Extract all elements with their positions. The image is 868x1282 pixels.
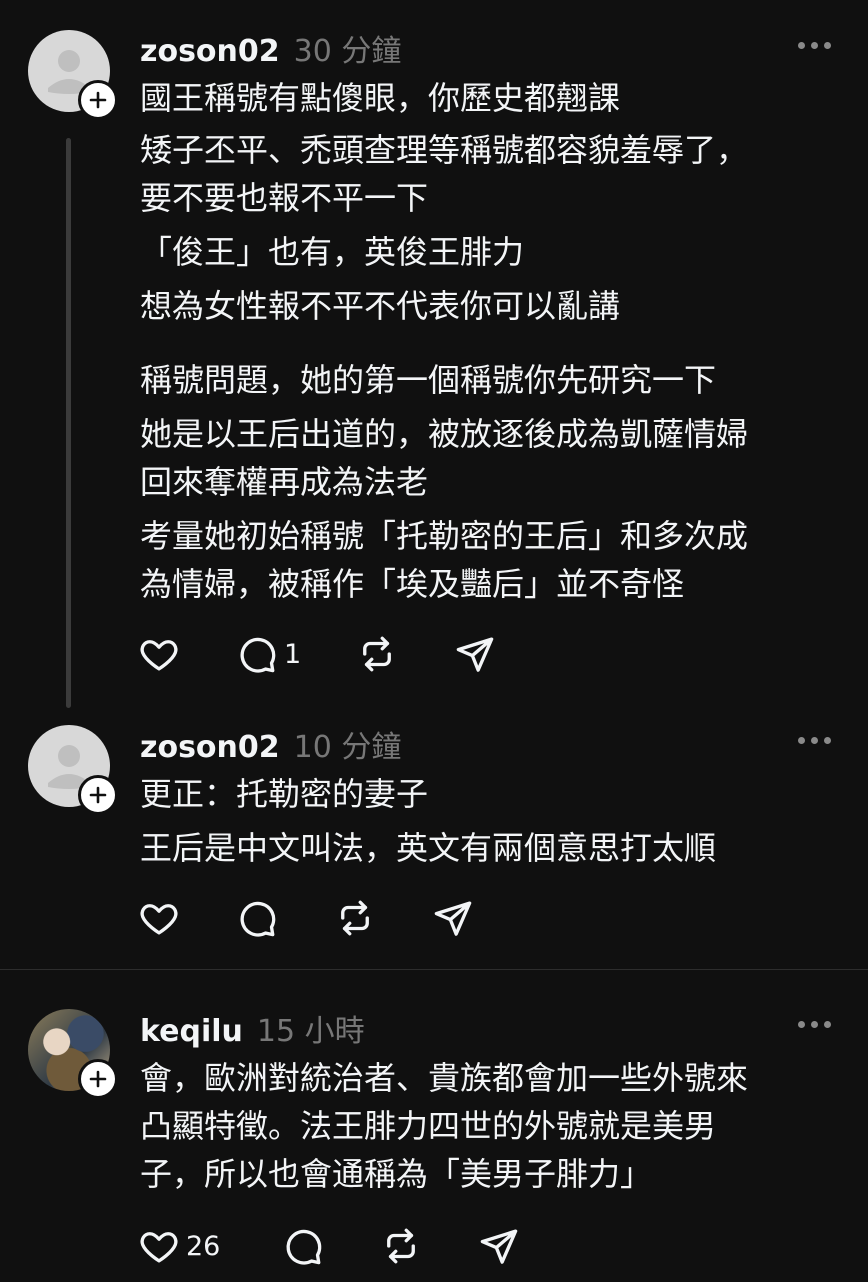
post-text-line: 會，歐洲對統治者、貴族都會加一些外號來: [140, 1059, 749, 1097]
post-text-line: 凸顯特徵。法王腓力四世的外號就是美男: [140, 1107, 717, 1145]
post-text-line: 國王稱號有點傻眼，你歷史都翹課: [140, 79, 621, 117]
post-text-line: 「俊王」也有，英俊王腓力: [140, 233, 525, 271]
follow-plus-icon[interactable]: [78, 775, 118, 815]
share-button[interactable]: [478, 1224, 520, 1268]
like-count: 26: [186, 1230, 221, 1262]
more-horizontal-icon[interactable]: [798, 737, 834, 749]
repost-button[interactable]: [380, 1224, 422, 1268]
username[interactable]: keqilu: [140, 1014, 243, 1049]
thread-divider: [0, 969, 868, 970]
post-body: 會，歐洲對統治者、貴族都會加一些外號來 凸顯特徵。法王腓力四世的外號就是美男 子…: [140, 1054, 830, 1198]
post-header: zoson02 10 分鐘: [140, 722, 401, 766]
reply-button[interactable]: [282, 1224, 324, 1268]
comment-bubble-icon: [240, 637, 276, 673]
repost-button[interactable]: [356, 632, 398, 676]
comment-bubble-icon: [240, 901, 276, 937]
post-text-line: 她是以王后出道的，被放逐後成為凱薩情婦: [140, 415, 749, 453]
like-button[interactable]: 26: [138, 1224, 220, 1268]
post-text-line: 稱號問題，她的第一個稱號你先研究一下: [140, 361, 717, 399]
follow-plus-icon[interactable]: [78, 1059, 118, 1099]
comment-bubble-icon: [286, 1229, 322, 1265]
repost-icon: [341, 900, 369, 936]
username[interactable]: zoson02: [140, 34, 280, 69]
repost-icon: [363, 636, 391, 672]
heart-icon: [140, 1232, 178, 1263]
post-text-line: 想為女性報不平不代表你可以亂講: [140, 287, 621, 325]
send-icon: [456, 637, 494, 672]
heart-icon: [140, 640, 178, 671]
repost-button[interactable]: [334, 896, 376, 940]
post-header: zoson02 30 分鐘: [140, 26, 401, 70]
like-button[interactable]: [138, 632, 180, 676]
post-header: keqilu 15 小時: [140, 1006, 365, 1050]
post-text-line: 回來奪權再成為法老: [140, 463, 429, 501]
reply-button[interactable]: 1: [236, 632, 301, 676]
like-button[interactable]: [138, 896, 180, 940]
timestamp: 10 分鐘: [293, 730, 402, 765]
post-text-line: 為情婦，被稱作「埃及豔后」並不奇怪: [140, 565, 685, 603]
post-body: 更正：托勒密的妻子 王后是中文叫法，英文有兩個意思打太順: [140, 770, 830, 872]
share-button[interactable]: [432, 896, 474, 940]
reply-count: 1: [284, 638, 302, 670]
post-text-line: 子，所以也會通稱為「美男子腓力」: [140, 1155, 653, 1193]
post-text-line: 考量她初始稱號「托勒密的王后」和多次成: [140, 517, 749, 555]
repost-icon: [387, 1228, 415, 1264]
follow-plus-icon[interactable]: [78, 80, 118, 120]
post-text-line: 王后是中文叫法，英文有兩個意思打太順: [140, 829, 717, 867]
more-horizontal-icon[interactable]: [798, 1021, 834, 1033]
timestamp: 15 小時: [256, 1014, 365, 1049]
thread-line: [66, 138, 71, 708]
more-horizontal-icon[interactable]: [798, 42, 834, 54]
send-icon: [480, 1229, 518, 1264]
post-text-line: 要不要也報不平一下: [140, 179, 429, 217]
username[interactable]: zoson02: [140, 730, 280, 765]
post-body: 國王稱號有點傻眼，你歷史都翹課 矮子丕平、禿頭查理等稱號都容貌羞辱了， 要不要也…: [140, 74, 830, 608]
share-button[interactable]: [454, 632, 496, 676]
heart-icon: [140, 904, 178, 935]
send-icon: [434, 901, 472, 936]
reply-button[interactable]: [236, 896, 278, 940]
post-text-line: 更正：托勒密的妻子: [140, 775, 429, 813]
post-text-line: 矮子丕平、禿頭查理等稱號都容貌羞辱了，: [140, 131, 749, 169]
timestamp: 30 分鐘: [293, 34, 402, 69]
